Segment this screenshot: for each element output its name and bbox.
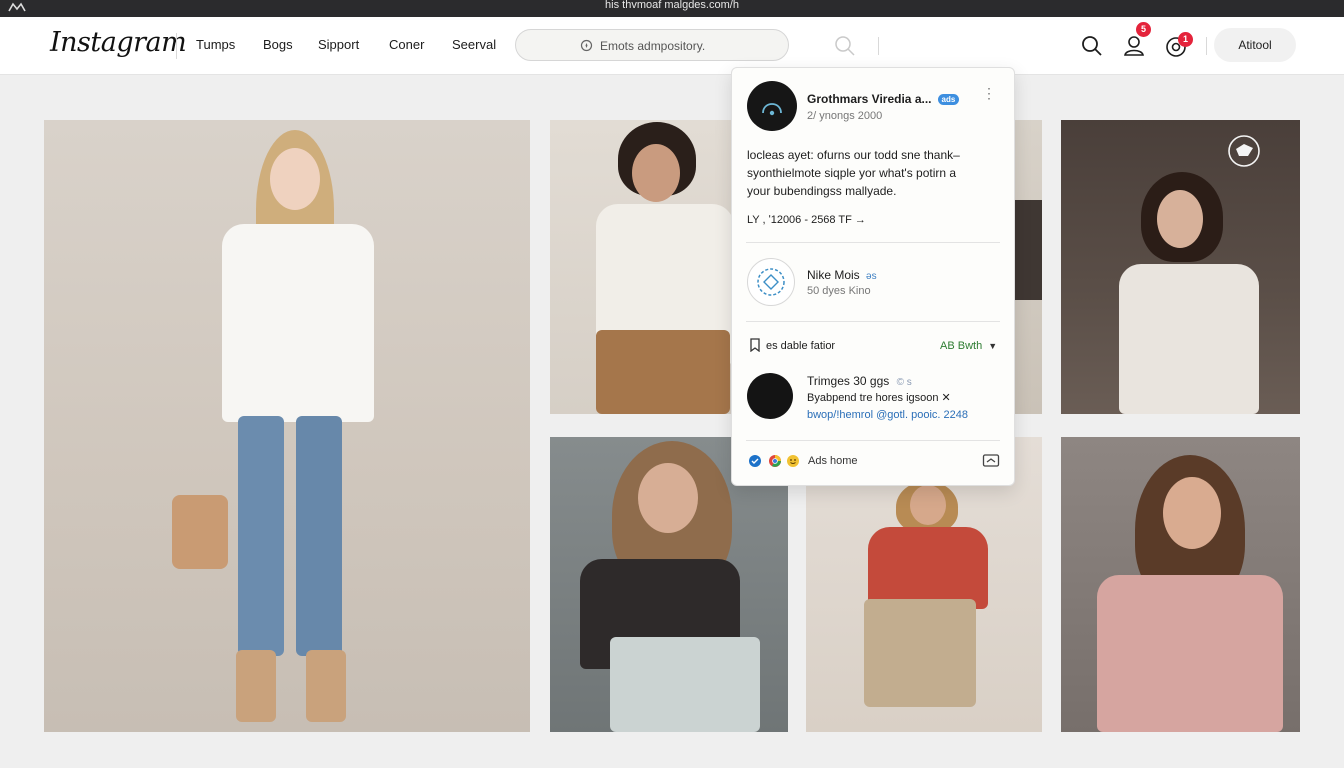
item-title-label: Trimges 30 ggs bbox=[807, 374, 890, 388]
chevron-down-icon: ▼ bbox=[988, 341, 998, 351]
search-icon[interactable] bbox=[1081, 35, 1103, 57]
photo-post-7[interactable] bbox=[1061, 437, 1300, 732]
item-line-1: Byabpend tre hores igsoon ✕ bbox=[807, 392, 951, 404]
account-button[interactable]: Atitool bbox=[1214, 28, 1296, 62]
chrome-icon[interactable] bbox=[768, 454, 782, 468]
post-preview-popup: Grothmars Viredia a... ads 2/ ynongs 2000… bbox=[731, 67, 1015, 486]
section-action-label: AB Bwth bbox=[940, 340, 983, 352]
handbag bbox=[172, 495, 228, 569]
photo-subject bbox=[854, 481, 1004, 732]
avatar[interactable] bbox=[747, 258, 795, 306]
ads-home-link[interactable]: Ads home bbox=[808, 455, 858, 467]
post-author-label: Grothmars Viredia a... bbox=[807, 92, 932, 106]
avatar[interactable] bbox=[747, 81, 797, 131]
post-author-name[interactable]: Grothmars Viredia a... ads bbox=[807, 92, 960, 106]
header-divider bbox=[878, 37, 879, 55]
account-name[interactable]: Nike Mois ǝs bbox=[807, 268, 877, 282]
divider bbox=[746, 242, 1000, 243]
nav-item-5[interactable]: Seerval bbox=[452, 37, 496, 52]
header-divider bbox=[176, 33, 177, 59]
section-title: es dable fatior bbox=[766, 340, 836, 352]
header-divider bbox=[1206, 37, 1207, 55]
photo-post-1[interactable] bbox=[44, 120, 530, 732]
item-tag: © s bbox=[896, 377, 912, 388]
post-caption-line-1: locleas ayet: ofurns our todd sne thank– bbox=[747, 148, 960, 162]
photo-subject bbox=[194, 130, 394, 730]
window-bar: his thvmoaf malgdes.com/h bbox=[0, 0, 1344, 17]
search-icon[interactable] bbox=[834, 35, 856, 57]
photo-subject bbox=[1113, 168, 1263, 414]
photo-post-4[interactable] bbox=[1061, 120, 1300, 414]
post-caption-line-2: syonthielmote siqple yor what's potirn a bbox=[747, 166, 957, 180]
search-input[interactable]: Emots admpository. bbox=[515, 29, 789, 61]
instagram-logo[interactable]: Instagram bbox=[50, 27, 187, 58]
notification-badge: 5 bbox=[1136, 22, 1151, 37]
avatar[interactable] bbox=[747, 373, 793, 419]
brand-logo-icon bbox=[757, 268, 785, 296]
divider bbox=[746, 321, 1000, 322]
window-title: his thvmoaf malgdes.com/h bbox=[605, 0, 739, 11]
compass-icon bbox=[580, 39, 593, 52]
search-placeholder: Emots admpository. bbox=[600, 39, 706, 53]
nav-item-4[interactable]: Coner bbox=[389, 37, 424, 52]
post-stats[interactable]: LY , ʹ12006 - 2568 TF → bbox=[747, 214, 866, 226]
account-tag: ǝs bbox=[866, 271, 877, 282]
reel-icon[interactable] bbox=[1227, 134, 1261, 168]
photo-subject bbox=[1091, 455, 1291, 732]
account-name-label: Nike Mois bbox=[807, 268, 860, 282]
nav-item-1[interactable]: Tumps bbox=[196, 37, 235, 52]
item-link[interactable]: bwop/!hemrol @gotl. pooic. 2248 bbox=[807, 409, 968, 421]
section-action[interactable]: AB Bwth ▼ bbox=[940, 340, 997, 352]
nav-item-2[interactable]: Bogs bbox=[263, 37, 293, 52]
nav-item-3[interactable]: Sipport bbox=[318, 37, 359, 52]
bookmark-icon bbox=[750, 338, 760, 352]
avatar-logo-icon bbox=[762, 103, 782, 116]
profile-icon[interactable] bbox=[1122, 34, 1146, 58]
item-title[interactable]: Trimges 30 ggs © s bbox=[807, 374, 912, 388]
emoji-icon[interactable] bbox=[786, 454, 800, 468]
notification-badge: 1 bbox=[1178, 32, 1193, 47]
ads-badge: ads bbox=[937, 94, 960, 105]
share-icon[interactable] bbox=[982, 453, 1000, 469]
account-meta: 50 dyes Kino bbox=[807, 285, 871, 297]
verified-icon[interactable] bbox=[748, 454, 762, 468]
divider bbox=[746, 440, 1000, 441]
photo-shadow bbox=[1012, 200, 1042, 300]
more-options-icon[interactable]: ⋮ bbox=[982, 86, 996, 100]
post-date: 2/ ynongs 2000 bbox=[807, 110, 883, 122]
top-header: Instagram Tumps Bogs Sipport Coner Seerv… bbox=[0, 17, 1344, 75]
post-caption-line-3: your bubendingss mallyade. bbox=[747, 184, 897, 198]
